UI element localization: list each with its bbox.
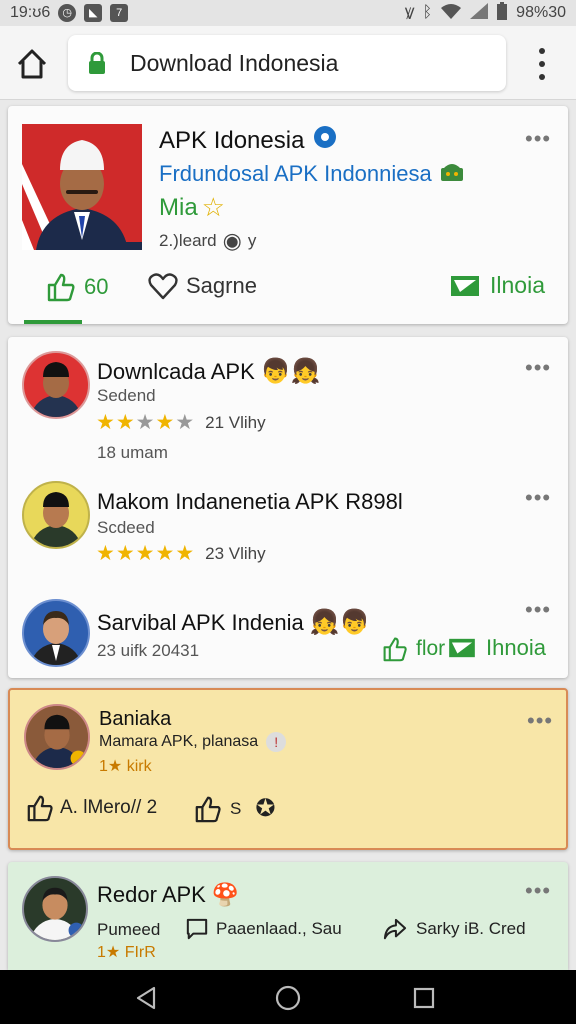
list-item-subtitle: Scdeed <box>97 518 155 537</box>
rating-stars: ★ ★ ★ ★ ★ 21 Vlihy <box>96 411 266 434</box>
url-text: Download Indonesia <box>130 49 339 76</box>
like-count: 60 <box>84 274 109 299</box>
list-item-title: Downlcada APK 👦👧 <box>97 358 321 385</box>
highlight-rating: 1★ kirk <box>99 758 152 775</box>
people-emoji-icon: 👦👧 <box>260 358 321 385</box>
list-item-more-button[interactable]: ••• <box>525 487 551 509</box>
award-icon: ✪ <box>255 795 276 822</box>
comment-icon <box>186 918 208 940</box>
list-item-title: Sarvibal APK Indenia 👧👦 <box>97 609 370 636</box>
featured-meta: 2.)leard ◉ y <box>159 228 257 253</box>
menu-dot <box>539 48 545 54</box>
list-item-more-button[interactable]: ••• <box>525 599 551 621</box>
featured-card[interactable]: APK Idonesia Frdundosal APK Indonniesa M… <box>8 106 568 324</box>
menu-dot <box>539 74 545 80</box>
thumbs-up-outline-icon <box>195 796 221 822</box>
avatar <box>22 876 88 942</box>
app-list-card: Downlcada APK 👦👧 Sedend ★ ★ ★ ★ ★ 21 Vlihy 1… <box>8 337 568 678</box>
list-item-subtitle: Sedend <box>97 386 156 405</box>
heart-icon <box>148 273 178 300</box>
highlight-card[interactable]: Baniaka Mamara APK, planasa ! 1★ kirk ••… <box>8 688 568 850</box>
url-bar[interactable]: Download Indonesia <box>68 35 506 91</box>
list-item[interactable]: Makom Indanenetia APK R898l Scdeed ★ ★ ★ ★ ★… <box>8 469 568 581</box>
share-icon <box>383 918 407 940</box>
home-button[interactable] <box>14 46 50 82</box>
avatar <box>22 599 90 667</box>
notification-icon: 7 <box>110 4 129 22</box>
back-button[interactable] <box>134 986 158 1010</box>
bottom-more-button[interactable]: ••• <box>525 880 551 902</box>
email-icon <box>449 638 475 658</box>
android-icon <box>440 160 464 188</box>
status-time: 19:ʊ6 <box>10 4 51 21</box>
recents-button[interactable] <box>413 987 435 1009</box>
featured-more-button[interactable]: ••• <box>525 128 551 150</box>
system-nav-bar <box>0 970 576 1024</box>
app-notification-icon: ◣ <box>84 4 103 22</box>
status-bar: 19:ʊ6 ◷ ◣ 7 Ꝟ ᛒ 98%30 <box>0 0 576 26</box>
star-outline-icon: ☆ <box>201 192 225 222</box>
list-like-button[interactable]: flor <box>382 635 445 663</box>
list-item[interactable]: Sarvibal APK Indenia 👧👦 23 uifk 20431 ••… <box>8 589 568 677</box>
avatar <box>22 351 90 419</box>
highlight-share-button[interactable]: S ✪ <box>194 794 275 823</box>
signal-icon <box>470 2 489 24</box>
lock-icon <box>88 51 106 74</box>
featured-action-button[interactable]: Ilnoia <box>450 272 545 299</box>
featured-thumbnail <box>22 124 142 250</box>
clock-icon: ◷ <box>58 4 77 22</box>
bottom-card[interactable]: Redor APK 🍄 Pumeed 1★ FIrR Paaenlaad., S… <box>8 862 568 970</box>
featured-author[interactable]: Mia ☆ <box>159 192 225 223</box>
rating-stars: ★ ★ ★ ★ ★ 23 Vlihy <box>96 542 266 565</box>
email-icon <box>451 275 479 296</box>
featured-title[interactable]: APK Idonesia <box>159 124 338 157</box>
list-item-extra: 18 umam <box>97 443 168 462</box>
back-icon <box>136 986 156 1010</box>
list-action-button[interactable]: Ihnoia <box>448 635 546 661</box>
eye-icon: ◉ <box>222 228 242 253</box>
featured-subtitle[interactable]: Frdundosal APK Indonniesa <box>159 160 464 188</box>
thumbs-up-icon <box>27 795 53 822</box>
home-circle-icon <box>275 985 301 1011</box>
mute-icon: Ꝟ <box>404 6 415 23</box>
bottom-subtitle: Pumeed <box>97 920 161 939</box>
recents-icon <box>413 987 435 1009</box>
list-item[interactable]: Downlcada APK 👦👧 Sedend ★ ★ ★ ★ ★ 21 Vlihy 1… <box>8 337 568 467</box>
wifi-icon <box>440 3 462 24</box>
menu-dot <box>539 61 545 67</box>
highlight-like-button[interactable]: A. lMero// 2 <box>26 794 157 822</box>
browser-toolbar: Download Indonesia <box>0 26 576 100</box>
thumbs-up-icon <box>383 637 407 662</box>
like-active-indicator <box>24 320 82 324</box>
like-button[interactable]: 60 <box>46 272 108 302</box>
highlight-title: Baniaka <box>99 708 172 730</box>
highlight-more-button[interactable]: ••• <box>527 710 553 732</box>
home-nav-button[interactable] <box>275 985 301 1011</box>
bottom-rating: 1★ FIrR <box>97 944 156 961</box>
share-button[interactable]: Sagrne <box>148 272 257 300</box>
highlight-subtitle: Mamara APK, planasa ! <box>99 732 287 752</box>
list-item-more-button[interactable]: ••• <box>525 357 551 379</box>
comment-button[interactable]: Paaenlaad., Sau <box>186 918 342 940</box>
rating-text: 21 Vlihy <box>205 413 266 432</box>
bluetooth-icon: ᛒ <box>422 4 433 21</box>
avatar <box>22 481 90 549</box>
home-icon <box>17 49 47 79</box>
people-emoji-icon: 👧👦 <box>309 609 370 636</box>
verified-badge-icon <box>312 124 338 157</box>
thumbs-up-icon <box>47 273 75 302</box>
battery-text: 98%30 <box>516 4 566 21</box>
rating-text: 23 Vlihy <box>205 544 266 563</box>
battery-icon <box>496 1 508 25</box>
list-item-subtitle: 23 uifk 20431 <box>97 641 200 660</box>
overflow-menu-button[interactable] <box>532 48 552 80</box>
avatar <box>24 704 90 770</box>
list-item-title: Makom Indanenetia APK R898l <box>97 489 403 514</box>
bottom-share-button[interactable]: Sarky iB. Cred <box>382 918 526 940</box>
mushroom-icon: 🍄 <box>211 882 240 907</box>
bottom-title: Redor APK 🍄 <box>97 882 240 907</box>
info-icon: ! <box>266 732 287 752</box>
